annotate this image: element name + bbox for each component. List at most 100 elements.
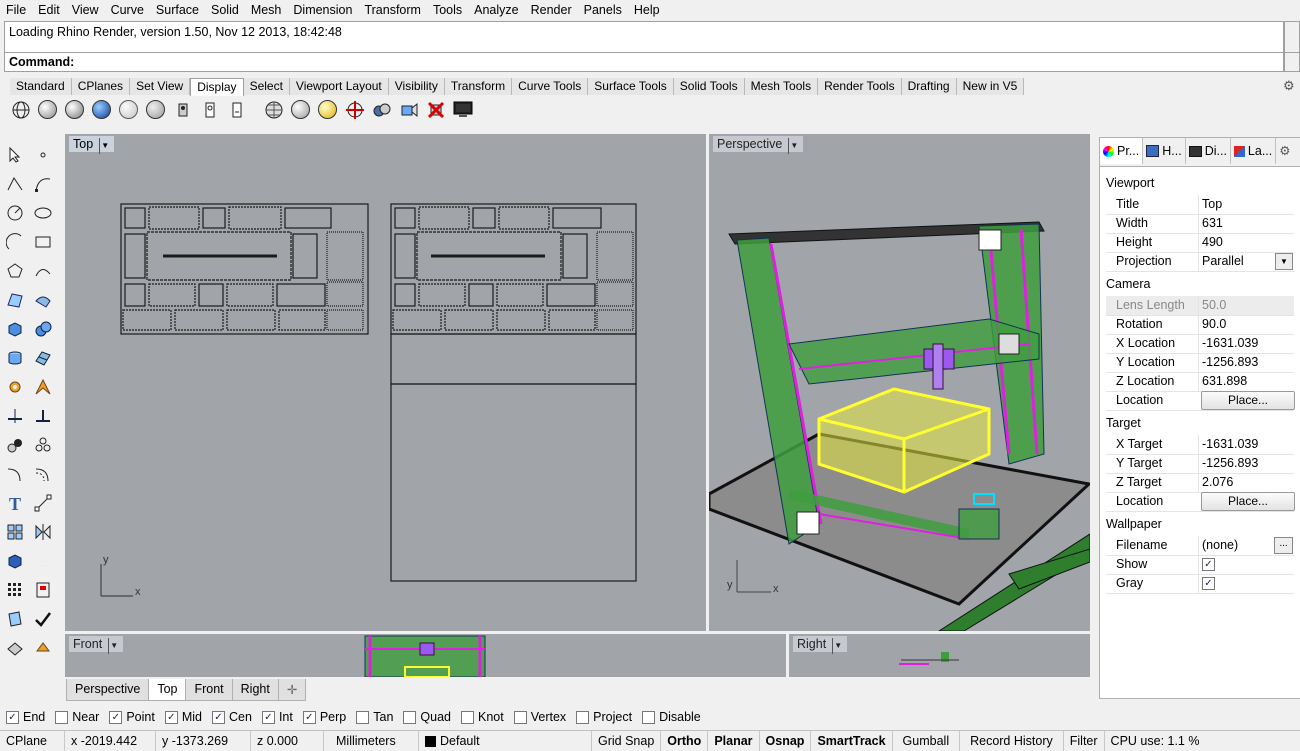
technical-icon[interactable] <box>170 97 195 122</box>
menu-edit[interactable]: Edit <box>32 3 66 17</box>
osnap-knot[interactable]: Knot <box>461 710 504 724</box>
text-icon[interactable]: T <box>2 490 28 516</box>
render-icon[interactable] <box>2 635 28 661</box>
camera-x-value[interactable]: -1631.039 <box>1202 336 1258 350</box>
surface-icon[interactable] <box>2 287 28 313</box>
tab-drafting[interactable]: Drafting <box>901 78 957 95</box>
monitor-icon[interactable] <box>450 97 475 122</box>
render-teapot-icon[interactable] <box>30 635 56 661</box>
tab-set-view[interactable]: Set View <box>130 78 191 95</box>
tab-select[interactable]: Select <box>243 78 290 95</box>
osnap-checkbox[interactable] <box>356 710 370 724</box>
osnap-checkbox[interactable] <box>513 710 527 724</box>
gear-icon[interactable]: ⚙ <box>1283 78 1295 94</box>
front-viewport-title[interactable]: Front ▼ <box>69 636 124 654</box>
osnap-toggle[interactable]: Osnap <box>760 731 812 751</box>
height-value[interactable]: 490 <box>1202 235 1223 249</box>
arc-icon[interactable] <box>2 229 28 255</box>
target-x-value[interactable]: -1631.039 <box>1202 437 1258 451</box>
command-line-scrollbar[interactable] <box>1284 52 1300 72</box>
osnap-int[interactable]: ✓ Int <box>261 710 293 724</box>
circle-icon[interactable] <box>2 200 28 226</box>
loft-icon[interactable] <box>30 287 56 313</box>
perspective-viewport-title[interactable]: Perspective ▼ <box>713 136 804 154</box>
dimension-ruler-icon[interactable]: IIII <box>30 548 56 574</box>
tab-display[interactable]: Display <box>190 78 244 96</box>
panel-gear-icon[interactable]: ⚙ <box>1276 138 1293 164</box>
menu-solid[interactable]: Solid <box>205 3 245 17</box>
osnap-checkbox[interactable] <box>461 710 474 724</box>
tab-cplanes[interactable]: CPlanes <box>71 78 131 95</box>
filter-toggle[interactable]: Filter <box>1064 731 1105 751</box>
add-viewport-tab-icon[interactable]: ✛ <box>277 679 307 701</box>
top-viewport[interactable]: Top ▼ y x <box>65 134 706 631</box>
osnap-mid[interactable]: ✓ Mid <box>164 710 202 724</box>
tab-new-in-v5[interactable]: New in V5 <box>956 78 1025 95</box>
osnap-project[interactable]: Project <box>576 710 632 724</box>
tab-surface-tools[interactable]: Surface Tools <box>588 78 674 95</box>
pen-icon[interactable] <box>224 97 249 122</box>
dimension-icon[interactable] <box>30 490 56 516</box>
viewport-tab-front[interactable]: Front <box>185 679 233 701</box>
viewport-tab-right[interactable]: Right <box>231 679 279 701</box>
tab-transform[interactable]: Transform <box>444 78 513 95</box>
menu-surface[interactable]: Surface <box>150 3 205 17</box>
group-icon[interactable] <box>2 432 28 458</box>
menu-render[interactable]: Render <box>525 3 578 17</box>
camera-z-value[interactable]: 631.898 <box>1202 374 1247 388</box>
target-icon[interactable] <box>342 97 367 122</box>
split-icon[interactable] <box>30 403 56 429</box>
point-icon[interactable] <box>30 142 56 168</box>
shaded-sphere-icon[interactable] <box>35 97 60 122</box>
ungroup-icon[interactable] <box>30 432 56 458</box>
osnap-tan[interactable]: Tan <box>356 710 393 724</box>
ortho-toggle[interactable]: Ortho <box>661 731 709 751</box>
polygon-icon[interactable] <box>2 258 28 284</box>
select-arrow-icon[interactable] <box>2 142 28 168</box>
viewport-tab-perspective[interactable]: Perspective <box>66 679 150 701</box>
osnap-checkbox[interactable]: ✓ <box>109 710 123 724</box>
command-line[interactable]: Command: <box>4 52 1284 72</box>
osnap-checkbox[interactable]: ✓ <box>302 710 316 724</box>
filename-value[interactable]: (none) <box>1202 538 1238 552</box>
mesh-sphere-icon[interactable] <box>261 97 286 122</box>
target-z-value[interactable]: 2.076 <box>1202 475 1233 489</box>
tab-help[interactable]: H... <box>1143 138 1186 164</box>
show-checkbox[interactable]: ✓ <box>1202 558 1215 571</box>
planar-toggle[interactable]: Planar <box>708 731 760 751</box>
osnap-checkbox[interactable] <box>403 710 417 724</box>
osnap-checkbox[interactable] <box>642 710 656 724</box>
camera-target-icon[interactable] <box>396 97 421 122</box>
osnap-vertex[interactable]: Vertex <box>513 710 566 724</box>
record-history-toggle[interactable]: Record History <box>960 731 1064 751</box>
osnap-end[interactable]: ✓ End <box>6 710 45 724</box>
right-viewport-title[interactable]: Right ▼ <box>793 636 848 654</box>
viewport-tab-top[interactable]: Top <box>148 679 187 701</box>
menu-dimension[interactable]: Dimension <box>287 3 358 17</box>
rendered-sphere-icon[interactable] <box>62 97 87 122</box>
disable-icon[interactable] <box>423 97 448 122</box>
osnap-quad[interactable]: Quad <box>403 710 451 724</box>
explode-icon[interactable] <box>30 374 56 400</box>
menu-tools[interactable]: Tools <box>427 3 468 17</box>
osnap-near[interactable]: Near <box>55 710 99 724</box>
mesh-icon[interactable] <box>30 345 56 371</box>
menu-panels[interactable]: Panels <box>578 3 628 17</box>
title-value[interactable]: Top <box>1202 197 1222 211</box>
osnap-checkbox[interactable]: ✓ <box>261 710 275 724</box>
width-value[interactable]: 631 <box>1202 216 1223 230</box>
osnap-checkbox[interactable]: ✓ <box>164 710 178 724</box>
target-y-value[interactable]: -1256.893 <box>1202 456 1258 470</box>
status-cplane[interactable]: CPlane <box>0 731 65 751</box>
polyline-icon[interactable] <box>2 171 28 197</box>
osnap-checkbox[interactable] <box>576 710 590 724</box>
box-icon[interactable] <box>2 316 28 342</box>
freeform-curve-icon[interactable] <box>30 258 56 284</box>
menu-help[interactable]: Help <box>628 3 666 17</box>
wireframe-globe-icon[interactable] <box>8 97 33 122</box>
tab-solid-tools[interactable]: Solid Tools <box>673 78 745 95</box>
blue-sphere-icon[interactable] <box>89 97 114 122</box>
light-bulb-icon[interactable] <box>315 97 340 122</box>
menu-mesh[interactable]: Mesh <box>245 3 288 17</box>
grid-snap-toggle[interactable]: Grid Snap <box>592 731 662 751</box>
